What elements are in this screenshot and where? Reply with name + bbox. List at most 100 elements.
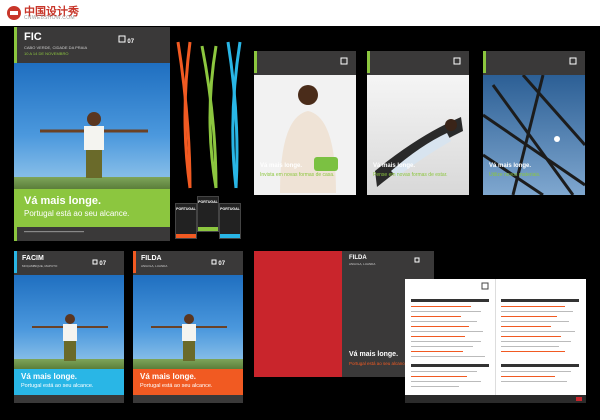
slogan-tagline: Portugal está ao seu alcance. <box>24 209 130 218</box>
badge-orange: PORTUGAL <box>175 203 197 239</box>
list-row <box>501 376 555 378</box>
poster-title: FIC <box>24 31 42 43</box>
slogan-headline: Vá mais longe. <box>140 372 197 381</box>
list-row <box>501 321 569 323</box>
badge-title: PORTUGAL <box>176 207 196 211</box>
slogan-tagline: Portugal está ao seu alcance. <box>140 383 213 389</box>
accent-strip <box>14 251 17 273</box>
list-header-bar <box>501 364 579 367</box>
brand-mark: 07 <box>92 259 106 267</box>
brand-mark: 07 <box>211 259 225 267</box>
list-row <box>411 356 485 358</box>
poster-title: FILDA <box>141 255 162 262</box>
accent-strip <box>254 51 257 73</box>
exhibitor-list-document <box>405 279 586 403</box>
footer-credits <box>24 230 84 235</box>
list-row <box>411 321 477 323</box>
brochure-headline: Vá mais longe. <box>489 163 532 169</box>
watermark-url: CNWEBSHOW.COM <box>24 15 75 21</box>
portugal-logo-icon <box>453 57 461 65</box>
list-header-bar <box>501 299 579 302</box>
poster-subtitle: MOÇAMBIQUE, MAPUTO <box>22 264 58 268</box>
list-row <box>411 371 477 373</box>
list-row <box>501 336 561 338</box>
brochure-headline: Vá mais longe. <box>260 163 303 169</box>
brand-mark <box>414 257 420 265</box>
woman-arms-out-figure <box>151 314 227 361</box>
watermark-mark-icon <box>7 6 21 20</box>
poster-title: FACIM <box>22 255 44 262</box>
list-row <box>411 326 469 328</box>
page-fold <box>495 279 496 403</box>
accent-strip <box>367 51 370 73</box>
brochure-line: Utilize novos materiais. <box>489 172 541 178</box>
list-row <box>501 326 551 328</box>
list-row <box>501 341 571 343</box>
poster-subtitle: CABO VERDE, CIDADE DA PRAIA <box>24 45 88 50</box>
brochure-line: Pense em novas formas de estar. <box>373 172 448 178</box>
flyer-headline: Vá mais longe. <box>349 351 399 358</box>
badge-green: PORTUGAL <box>197 196 219 232</box>
portugal-logo-icon <box>414 257 420 263</box>
list-header-bar <box>411 299 489 302</box>
list-row <box>411 336 465 338</box>
document-footer-bar <box>405 395 586 403</box>
list-row <box>501 331 575 333</box>
brand-mark <box>569 57 577 67</box>
poster-filda: FILDA ANGOLA, LUANDA 07 Vá mais longe. P… <box>133 251 243 403</box>
woman-arms-out-figure <box>40 112 148 178</box>
man-in-chair-figure <box>375 117 463 187</box>
watermark-bar: 中国设计秀 CNWEBSHOW.COM <box>0 0 600 26</box>
accent-strip <box>133 251 136 273</box>
flyer-tagline: Portugal está ao seu alcance. <box>349 361 409 366</box>
list-row <box>411 346 473 348</box>
green-cup <box>314 157 338 171</box>
list-row <box>501 306 565 308</box>
document-footer-accent <box>576 397 582 401</box>
slogan-headline: Vá mais longe. <box>21 372 78 381</box>
list-row <box>501 316 557 318</box>
brochure-headline: Vá mais longe. <box>373 163 416 169</box>
list-row <box>411 381 481 383</box>
list-row <box>501 381 567 383</box>
brochure-structure: Vá mais longe. Utilize novos materiais. <box>483 51 585 195</box>
list-row <box>411 306 471 308</box>
poster-facim: FACIM MOÇAMBIQUE, MAPUTO 07 Vá mais long… <box>14 251 124 403</box>
badge-cyan: PORTUGAL <box>219 203 241 239</box>
portugal-logo-icon <box>481 282 489 290</box>
brochure-line: Invista em novas formas de casa. <box>260 172 335 178</box>
brand-number: 07 <box>99 261 107 267</box>
watermark-logo: 中国设计秀 CNWEBSHOW.COM <box>6 3 106 23</box>
list-header-bar <box>411 364 489 367</box>
lanyards-illustration <box>176 41 242 189</box>
portugal-logo-icon <box>340 57 348 65</box>
flyer-subtitle: ANGOLA, LUANDA <box>349 262 376 266</box>
list-row <box>411 311 481 313</box>
portugal-logo-icon <box>118 35 126 43</box>
slogan-tagline: Portugal está ao seu alcance. <box>21 383 94 389</box>
poster-date: 10 A 14 DE NOVEMBRO <box>24 51 69 56</box>
brand-mark: 07 <box>118 35 134 45</box>
portugal-logo-icon <box>92 259 98 265</box>
list-row <box>501 371 571 373</box>
badge-title: PORTUGAL <box>220 207 240 211</box>
list-row <box>501 311 573 313</box>
list-row <box>501 351 565 353</box>
poster-subtitle: ANGOLA, LUANDA <box>141 264 168 268</box>
poster-fic: FIC CABO VERDE, CIDADE DA PRAIA 10 A 14 … <box>14 27 170 241</box>
list-row <box>411 331 483 333</box>
list-row <box>411 316 461 318</box>
brand-mark <box>340 57 348 67</box>
list-row <box>501 346 559 348</box>
brand-number: 07 <box>218 261 226 267</box>
brand-number: 07 <box>127 39 135 45</box>
list-row <box>411 351 463 353</box>
portugal-logo-icon <box>211 259 217 265</box>
brochure-chair: Vá mais longe. Pense em novas formas de … <box>367 51 469 195</box>
brand-mark <box>453 57 461 67</box>
accent-strip <box>483 51 486 73</box>
list-row <box>411 341 481 343</box>
flyer-title: FILDA <box>349 255 367 261</box>
badge-title: PORTUGAL <box>198 200 218 204</box>
woman-arms-out-figure <box>32 314 108 361</box>
